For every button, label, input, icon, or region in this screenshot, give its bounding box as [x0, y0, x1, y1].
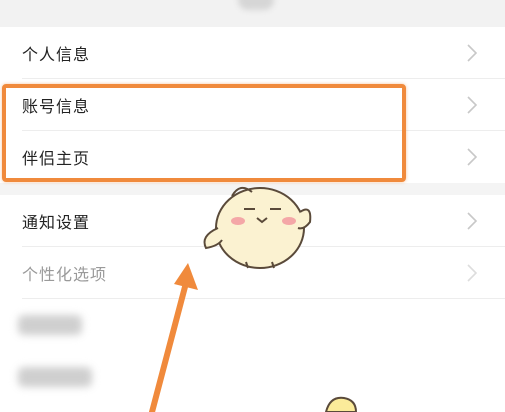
chick-sticker-partial	[324, 396, 358, 412]
chick-sticker	[203, 186, 312, 269]
pointer-arrow	[149, 263, 198, 412]
annotation-overlay	[149, 186, 358, 412]
